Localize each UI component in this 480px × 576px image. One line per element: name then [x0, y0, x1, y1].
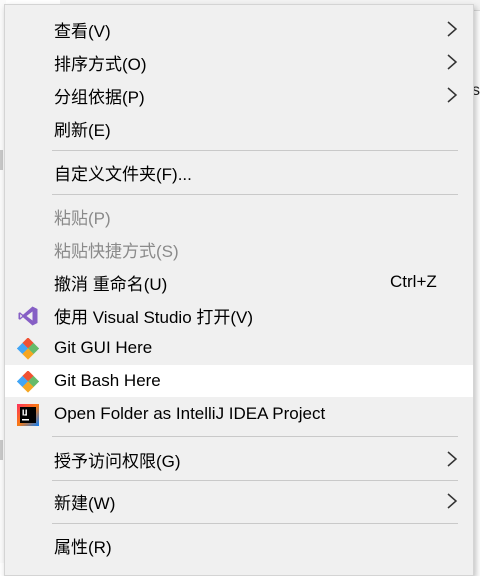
- menu-separator: [52, 436, 458, 437]
- visual-studio-icon: [18, 306, 38, 326]
- git-bash-icon: [17, 371, 39, 393]
- chevron-right-icon: [447, 451, 458, 467]
- menu-item-label: Open Folder as IntelliJ IDEA Project: [54, 404, 326, 423]
- menu-item-paste-shortcut: 粘贴快捷方式(S): [5, 233, 473, 265]
- menu-item-git-gui[interactable]: Git GUI Here: [5, 332, 473, 364]
- menu-item-git-bash[interactable]: Git Bash Here: [5, 365, 473, 397]
- menu-item-label: 授予访问权限(G): [54, 451, 181, 471]
- menu-item-label: 粘贴快捷方式(S): [54, 241, 179, 261]
- menu-item-label: 属性(R): [54, 537, 112, 557]
- context-menu: 查看(V) 排序方式(O) 分组依据(P) 刷新(E) 自定义文件夹(F)...…: [4, 4, 474, 576]
- menu-separator: [52, 150, 458, 151]
- menu-item-new[interactable]: 新建(W): [5, 485, 473, 517]
- menu-item-label: 撤消 重命名(U): [54, 274, 168, 294]
- intellij-idea-icon: [17, 404, 39, 426]
- menu-separator: [52, 523, 458, 524]
- menu-item-undo-rename[interactable]: 撤消 重命名(U) Ctrl+Z: [5, 266, 473, 298]
- git-gui-icon: [17, 338, 39, 360]
- menu-item-label: 排序方式(O): [54, 54, 147, 74]
- explorer-edge-fragment: [0, 150, 3, 170]
- menu-separator: [52, 480, 458, 481]
- menu-item-view[interactable]: 查看(V): [5, 13, 473, 45]
- menu-separator: [52, 194, 458, 195]
- menu-item-properties[interactable]: 属性(R): [5, 529, 473, 561]
- menu-item-group-by[interactable]: 分组依据(P): [5, 79, 473, 111]
- menu-item-open-intellij[interactable]: Open Folder as IntelliJ IDEA Project: [5, 398, 473, 430]
- menu-item-label: 查看(V): [54, 21, 111, 41]
- menu-item-label: 使用 Visual Studio 打开(V): [54, 307, 254, 327]
- chevron-right-icon: [447, 54, 458, 70]
- menu-item-paste: 粘贴(P): [5, 200, 473, 232]
- menu-item-label: Git Bash Here: [54, 371, 161, 390]
- chevron-right-icon: [447, 493, 458, 509]
- menu-item-label: 自定义文件夹(F)...: [54, 164, 192, 184]
- menu-item-label: 新建(W): [54, 493, 116, 513]
- menu-item-sort-by[interactable]: 排序方式(O): [5, 46, 473, 78]
- menu-item-open-visual-studio[interactable]: 使用 Visual Studio 打开(V): [5, 299, 473, 331]
- menu-item-give-access[interactable]: 授予访问权限(G): [5, 443, 473, 475]
- menu-item-shortcut: Ctrl+Z: [390, 272, 437, 291]
- menu-item-label: 粘贴(P): [54, 208, 111, 228]
- menu-item-refresh[interactable]: 刷新(E): [5, 112, 473, 144]
- menu-item-customize-folder[interactable]: 自定义文件夹(F)...: [5, 156, 473, 188]
- menu-item-label: 分组依据(P): [54, 87, 145, 107]
- menu-item-label: 刷新(E): [54, 120, 111, 140]
- chevron-right-icon: [447, 21, 458, 37]
- menu-item-label: Git GUI Here: [54, 338, 153, 357]
- explorer-edge-fragment: [0, 440, 3, 460]
- chevron-right-icon: [447, 87, 458, 103]
